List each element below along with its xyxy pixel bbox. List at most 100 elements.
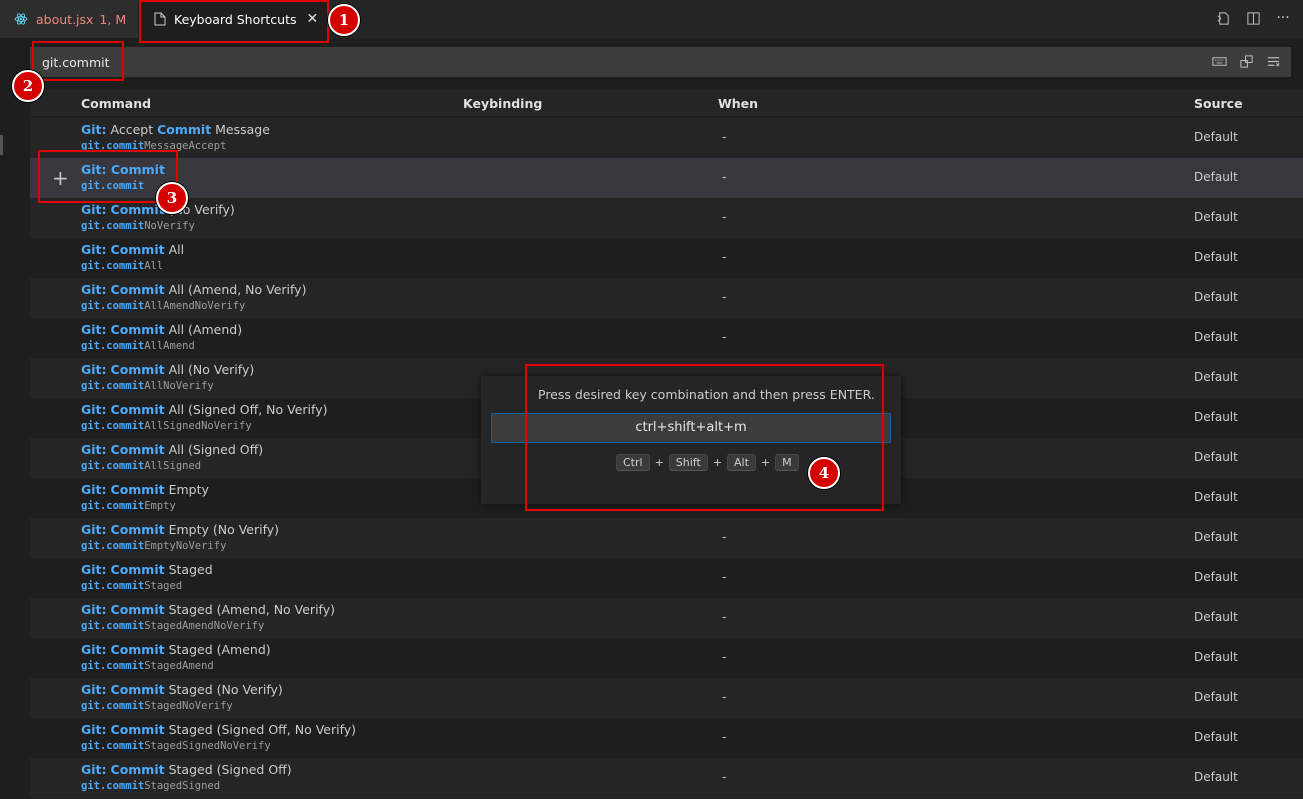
when-cell: -: [722, 570, 727, 584]
when-cell: -: [722, 770, 727, 784]
source-cell: Default: [1194, 170, 1238, 184]
source-cell: Default: [1194, 450, 1238, 464]
command-category: Git:: [81, 562, 107, 577]
when-cell: -: [722, 210, 727, 224]
clear-filter-icon[interactable]: [1266, 54, 1281, 69]
command-id-rest: AllSignedNoVerify: [144, 420, 252, 432]
tab-about-jsx[interactable]: about.jsx 1, M: [0, 0, 138, 38]
command-id-rest: NoVerify: [144, 220, 195, 232]
when-cell: -: [722, 290, 727, 304]
when-cell: -: [722, 650, 727, 664]
command-id-match: git.commit: [81, 700, 145, 712]
when-cell: -: [722, 330, 727, 344]
command-title-match: Commit: [110, 522, 165, 537]
table-row[interactable]: Git: Commit Staged (Amend, No Verify) git…: [30, 598, 1303, 638]
command-title-rest: All: [164, 242, 185, 257]
command-category: Git:: [81, 202, 107, 217]
table-row[interactable]: Git: Commit Staged git.commitStaged - Defau…: [30, 558, 1303, 598]
command-id-match: git.commit: [81, 340, 145, 352]
when-cell: -: [722, 130, 727, 144]
command-title: Git: Commit Staged (Amend): [81, 642, 271, 657]
command-title-match: Commit: [110, 402, 165, 417]
command-id-match: git.commit: [81, 380, 145, 392]
table-row[interactable]: Git: Commit All (Amend, No Verify) git.co…: [30, 278, 1303, 318]
annotation-box-1: [139, 0, 329, 43]
annotation-badge-2: 2: [12, 70, 44, 102]
command-id: git.commitAll: [81, 260, 163, 272]
sort-by-precedence-icon[interactable]: [1239, 54, 1254, 69]
table-row[interactable]: Git: Commit Empty (No Verify) git.commitE…: [30, 518, 1303, 558]
command-id: git.commitEmptyNoVerify: [81, 540, 226, 552]
annotation-box-2: [32, 41, 124, 81]
command-category: Git:: [81, 442, 107, 457]
command-id-rest: AllAmendNoVerify: [144, 300, 246, 312]
command-title: Git: Commit All (No Verify): [81, 362, 254, 377]
command-id: git.commitStagedSigned: [81, 780, 220, 792]
header-command[interactable]: Command: [81, 96, 151, 111]
table-row[interactable]: Git: Commit (No Verify) git.commitNoVerif…: [30, 198, 1303, 238]
source-cell: Default: [1194, 410, 1238, 424]
open-json-icon[interactable]: [1215, 10, 1231, 26]
table-row[interactable]: Git: Commit All (Amend) git.commitAllAmen…: [30, 318, 1303, 358]
command-title-rest: All (Amend): [164, 322, 243, 337]
source-cell: Default: [1194, 370, 1238, 384]
command-title: Git: Accept Commit Message: [81, 122, 270, 137]
table-row[interactable]: Git: Accept Commit Message git.commitMess…: [30, 118, 1303, 158]
command-category: Git:: [81, 402, 107, 417]
command-title-rest: Staged (No Verify): [164, 682, 283, 697]
command-title: Git: Commit All (Amend): [81, 322, 242, 337]
command-id-match: git.commit: [81, 660, 145, 672]
source-cell: Default: [1194, 250, 1238, 264]
source-cell: Default: [1194, 330, 1238, 344]
annotation-badge-4: 4: [808, 457, 840, 489]
command-title-match: Commit: [110, 442, 165, 457]
command-title-rest: Staged (Signed Off, No Verify): [164, 722, 357, 737]
table-row[interactable]: + Git: Commit git.commit - Default: [30, 158, 1303, 198]
command-id-rest: AllSigned: [144, 460, 202, 472]
table-row[interactable]: Git: Commit Staged (Signed Off) git.commi…: [30, 758, 1303, 798]
record-keys-icon[interactable]: [1212, 54, 1227, 69]
table-row[interactable]: Git: Commit Staged (No Verify) git.commit…: [30, 678, 1303, 718]
header-when[interactable]: When: [718, 96, 758, 111]
command-id-rest: AllAmend: [144, 340, 195, 352]
command-title: Git: Commit Staged (Signed Off): [81, 762, 292, 777]
command-category: Git:: [81, 482, 107, 497]
source-cell: Default: [1194, 490, 1238, 504]
table-row[interactable]: Git: Commit All git.commitAll - Default: [30, 238, 1303, 278]
react-icon: [14, 12, 28, 26]
header-source[interactable]: Source: [1194, 96, 1243, 111]
command-title-rest: All (Signed Off): [164, 442, 264, 457]
command-title-rest: Empty: [164, 482, 209, 497]
command-id: git.commitAllSignedNoVerify: [81, 420, 252, 432]
command-id-match: git.commit: [81, 500, 145, 512]
split-editor-icon[interactable]: [1245, 10, 1261, 26]
command-category: Git:: [81, 362, 107, 377]
when-cell: -: [722, 170, 727, 184]
command-category: Git:: [81, 122, 107, 137]
tab-about-label: about.jsx: [36, 11, 94, 27]
command-title-match: Commit: [110, 682, 165, 697]
source-cell: Default: [1194, 690, 1238, 704]
more-actions-icon[interactable]: ···: [1275, 10, 1291, 26]
command-id: git.commitAllAmend: [81, 340, 195, 352]
command-id-match: git.commit: [81, 420, 145, 432]
command-id-match: git.commit: [81, 580, 145, 592]
command-title-match: Commit: [110, 762, 165, 777]
command-id-rest: All: [144, 260, 164, 272]
gutter-marker: [0, 135, 3, 155]
command-title-mid: Accept: [106, 122, 158, 137]
keybindings-search-input[interactable]: git.commit: [30, 47, 1291, 77]
command-title: Git: Commit Empty (No Verify): [81, 522, 279, 537]
annotation-badge-3: 3: [156, 182, 188, 214]
command-id-match: git.commit: [81, 220, 145, 232]
command-id-rest: StagedSigned: [144, 780, 221, 792]
command-id-match: git.commit: [81, 540, 145, 552]
command-title-match: Commit: [110, 562, 165, 577]
command-title-match: Commit: [110, 602, 165, 617]
command-title: Git: Commit Empty: [81, 482, 209, 497]
header-keybinding[interactable]: Keybinding: [463, 96, 542, 111]
tab-about-status: 1, M: [99, 11, 127, 27]
table-row[interactable]: Git: Commit Staged (Amend) git.commitStag…: [30, 638, 1303, 678]
source-cell: Default: [1194, 210, 1238, 224]
table-row[interactable]: Git: Commit Staged (Signed Off, No Verif…: [30, 718, 1303, 758]
